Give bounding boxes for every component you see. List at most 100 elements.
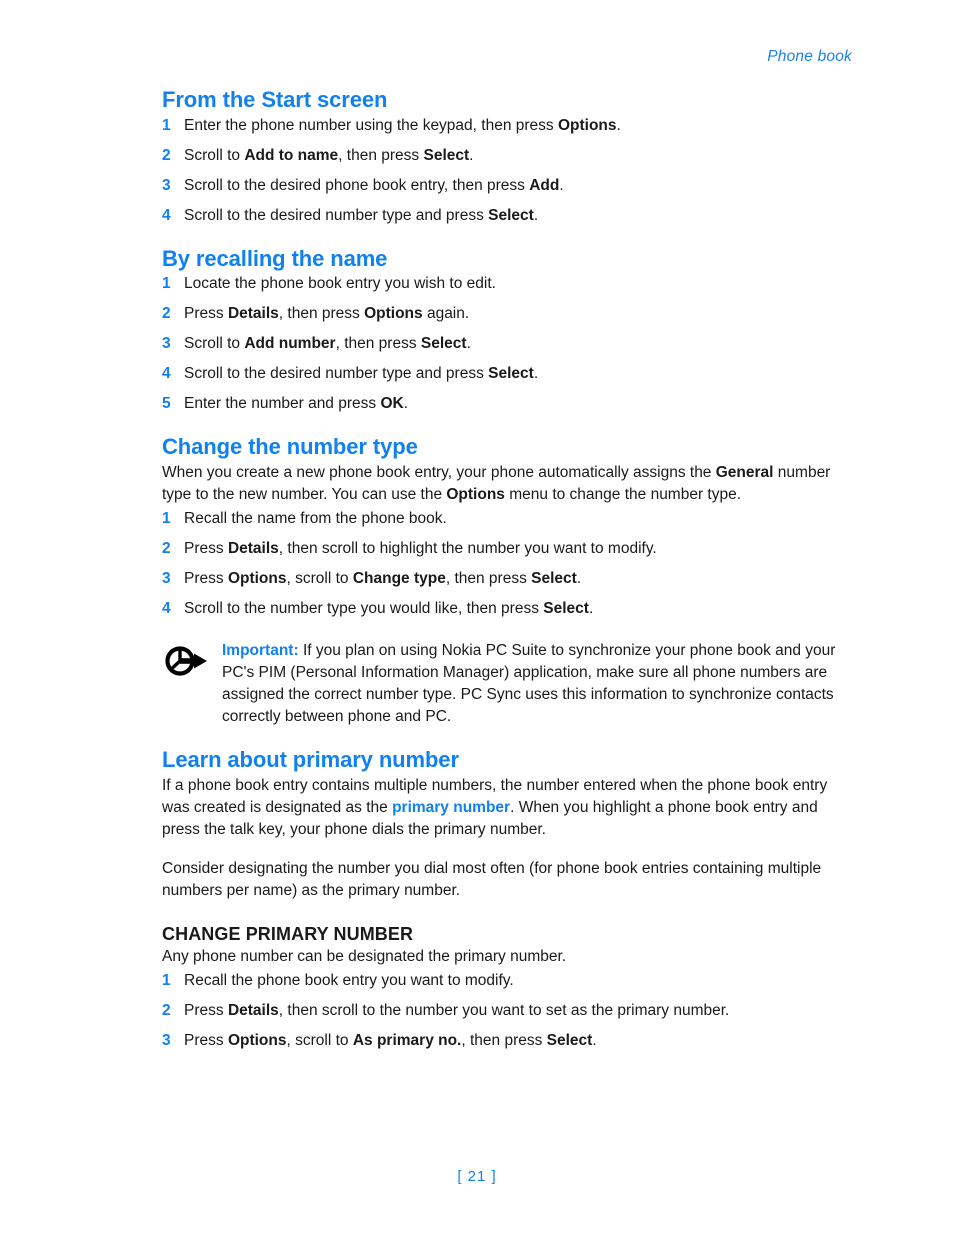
inline-text: . [469,146,474,164]
list-item: 2 Press Details, then scroll to highlight… [162,538,854,560]
list-item-text: Scroll to the desired number type and pr… [184,207,538,224]
inline-text: . [533,365,539,383]
inline-text: Press [184,305,228,323]
list-item: 4 Scroll to the number type you would lik… [162,598,854,620]
list-item-text: Press Details, then scroll to highlight … [184,540,657,557]
list-item: 5 Enter the number and press OK. [162,393,854,415]
steps-from-the-start-screen: 1 Enter the phone number using the keypad… [162,115,854,227]
inline-text: Scroll to [184,146,245,164]
list-item-text: Press Options, scroll to Change type, th… [184,570,581,587]
list-item-text: Scroll to the desired number type and pr… [184,365,538,382]
list-item: 2 Scroll to Add to name, then press Selec… [162,145,854,167]
inline-text: Press [184,569,228,587]
document-page: Phone book From the Start screen 1 Enter … [0,0,954,1248]
inline-bold: Select [420,335,467,353]
list-item-number: 3 [162,176,171,194]
steps-by-recalling-the-name: 1 Locate the phone book entry you wish to… [162,273,854,415]
steps-change-primary-number: 1 Recall the phone book entry you want to… [162,970,854,1052]
inline-text: . [466,335,471,353]
heading-change-the-number-type: Change the number type [162,434,418,460]
list-item-number: 4 [162,365,171,383]
list-item-number: 3 [162,569,171,587]
inline-bold: Details [227,539,279,557]
important-note-label: Important: [222,641,299,659]
subheading-change-primary-number: CHANGE PRIMARY NUMBER [162,923,414,944]
list-item-number: 2 [162,1002,171,1020]
inline-text: again. [422,305,470,323]
list-item-text: Press Options, scroll to As primary no.,… [184,1032,597,1049]
list-item-text: Scroll to Add to name, then press Select… [184,147,473,164]
inline-text: Press [184,1002,228,1020]
inline-text: , scroll to [286,569,353,587]
list-item-text: Scroll to the desired phone book entry, … [184,177,564,194]
list-item-text: Scroll to Add number, then press Select. [184,335,471,352]
important-arrow-icon [164,644,208,678]
intro-change-the-number-type: When you create a new phone book entry, … [162,462,854,506]
important-note-body: If you plan on using Nokia PC Suite to s… [222,641,836,725]
inline-bold: Select [488,365,534,383]
list-item-number: 4 [162,599,171,617]
inline-text: Enter the number and press [184,395,381,413]
inline-text: . [403,395,409,413]
inline-bold: Details [227,305,279,323]
inline-bold: Change type [352,569,446,587]
inline-text: . [576,569,582,587]
list-item-number: 1 [162,275,171,293]
list-item-text: Enter the phone number using the keypad,… [184,117,621,134]
inline-text: Recall the phone book entry you want to … [184,972,514,990]
inline-text: When you create a new phone book entry, … [162,463,716,481]
inline-text: Scroll to the number type you would like… [184,599,544,617]
list-item-text: Press Details, then scroll to the number… [184,1002,729,1019]
primary-number-paragraph-2: Consider designating the number you dial… [162,859,822,899]
inline-highlight: primary number [392,798,511,816]
inline-text: , then press [278,305,365,323]
list-item-text: Recall the name from the phone book. [184,510,447,527]
inline-text: Recall the name from the phone book. [184,509,447,527]
change-primary-number-intro: Any phone number can be designated the p… [162,948,567,966]
list-item: 4 Scroll to the desired number type and p… [162,363,854,385]
important-note: Important: If you plan on using Nokia PC… [162,640,854,728]
inline-bold: As primary no. [352,1032,462,1050]
inline-text: . [533,206,539,224]
inline-text: menu to change the number type. [504,485,742,503]
inline-bold: Select [543,599,589,617]
inline-text: , then press [445,569,532,587]
list-item-text: Enter the number and press OK. [184,395,408,412]
list-item: 1 Enter the phone number using the keypad… [162,115,854,137]
list-item-number: 2 [162,305,171,323]
inline-text: , then press [335,335,421,353]
list-item-number: 2 [162,539,171,557]
inline-text: Scroll to the desired phone book entry, … [184,176,530,194]
important-note-text: Important: If you plan on using Nokia PC… [222,640,854,728]
list-item: 3 Scroll to Add number, then press Select… [162,333,854,355]
inline-bold: Add number [244,335,336,353]
inline-bold: General [715,463,774,481]
list-item-number: 4 [162,206,171,224]
list-item-number: 1 [162,509,171,527]
list-item-text: Press Details, then press Options again. [184,305,469,322]
list-item: 2 Press Details, then press Options again… [162,303,854,325]
inline-text: , then scroll to the number you want to … [278,1002,730,1020]
inline-bold: Options [446,485,505,503]
inline-bold: Select [531,569,577,587]
inline-bold: Options [364,305,423,323]
inline-text: Locate the phone book entry you wish to … [184,275,496,293]
list-item: 3 Press Options, scroll to As primary no.… [162,1030,854,1052]
inline-text: , then press [461,1032,547,1050]
inline-text: Press [184,1032,228,1050]
page-number: [ 21 ] [457,1168,497,1185]
page-content: From the Start screen 1 Enter the phone n… [162,87,854,1052]
inline-bold: Details [227,1002,279,1020]
list-item-text: Recall the phone book entry you want to … [184,972,514,989]
inline-bold: Options [557,116,617,134]
running-header: Phone book [767,48,852,65]
inline-text: , then scroll to highlight the number yo… [278,539,657,557]
inline-bold: Select [488,206,534,224]
heading-from-the-start-screen: From the Start screen [162,87,388,112]
inline-bold: OK [380,395,404,413]
inline-text: . [592,1032,597,1050]
inline-bold: Select [546,1032,593,1050]
inline-text: Scroll to [184,335,245,353]
inline-text: Enter the phone number using the keypad,… [184,116,558,134]
list-item-number: 1 [162,972,171,990]
